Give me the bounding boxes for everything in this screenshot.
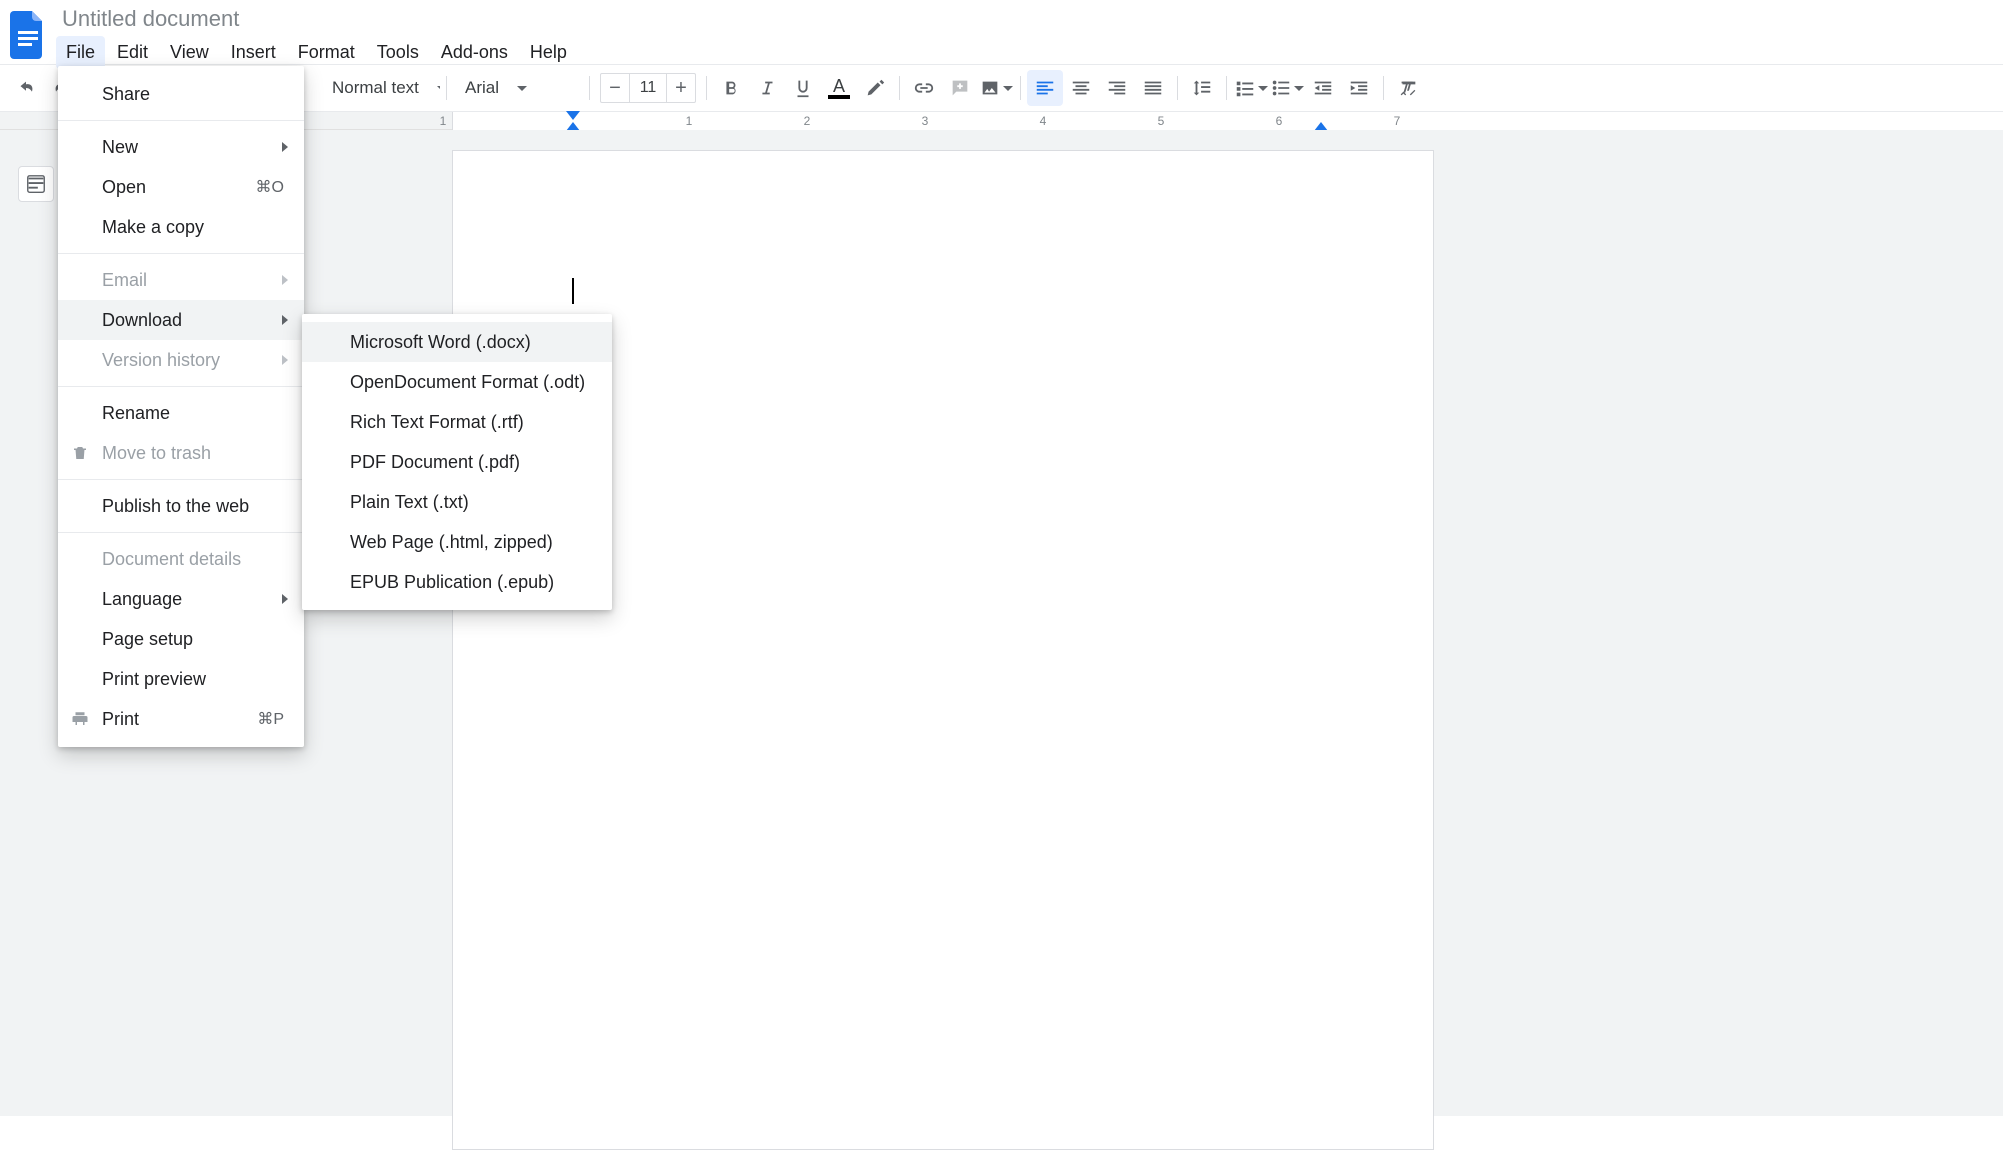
docs-logo-icon[interactable] <box>8 8 48 62</box>
text-cursor <box>572 278 574 304</box>
paragraph-style-select[interactable]: Normal text <box>320 70 440 106</box>
menu-tools[interactable]: Tools <box>367 36 429 69</box>
menu-publish-web[interactable]: Publish to the web <box>58 486 304 526</box>
insert-link-button[interactable] <box>906 70 942 106</box>
outline-toggle-button[interactable] <box>18 166 54 202</box>
file-menu-dropdown: Share New Open⌘O Make a copy Email Downl… <box>58 66 304 747</box>
menu-document-details: Document details <box>58 539 304 579</box>
italic-button[interactable] <box>749 70 785 106</box>
menu-insert[interactable]: Insert <box>221 36 286 69</box>
insert-image-button[interactable] <box>978 70 1014 106</box>
trash-icon <box>70 443 90 463</box>
caret-down-icon <box>437 86 440 91</box>
submenu-arrow-icon <box>282 142 288 152</box>
menu-share[interactable]: Share <box>58 74 304 114</box>
menu-email: Email <box>58 260 304 300</box>
align-center-button[interactable] <box>1063 70 1099 106</box>
menu-help[interactable]: Help <box>520 36 577 69</box>
highlight-color-button[interactable] <box>857 70 893 106</box>
submenu-arrow-icon <box>282 355 288 365</box>
download-txt[interactable]: Plain Text (.txt) <box>302 482 612 522</box>
add-comment-button[interactable] <box>942 70 978 106</box>
download-html[interactable]: Web Page (.html, zipped) <box>302 522 612 562</box>
text-color-button[interactable]: A <box>821 70 857 106</box>
menu-print-preview[interactable]: Print preview <box>58 659 304 699</box>
menu-page-setup[interactable]: Page setup <box>58 619 304 659</box>
menu-new[interactable]: New <box>58 127 304 167</box>
download-odt[interactable]: OpenDocument Format (.odt) <box>302 362 612 402</box>
align-right-button[interactable] <box>1099 70 1135 106</box>
download-pdf[interactable]: PDF Document (.pdf) <box>302 442 612 482</box>
menu-move-to-trash: Move to trash <box>58 433 304 473</box>
font-family-label: Arial <box>465 78 499 98</box>
menu-bar: File Edit View Insert Format Tools Add-o… <box>56 36 577 69</box>
increase-indent-button[interactable] <box>1341 70 1377 106</box>
menu-format[interactable]: Format <box>288 36 365 69</box>
print-icon <box>70 709 90 729</box>
download-submenu: Microsoft Word (.docx) OpenDocument Form… <box>302 314 612 610</box>
menu-language[interactable]: Language <box>58 579 304 619</box>
decrease-indent-button[interactable] <box>1305 70 1341 106</box>
menu-download[interactable]: Download <box>58 300 304 340</box>
menu-version-history: Version history <box>58 340 304 380</box>
paragraph-style-label: Normal text <box>332 78 419 98</box>
checklist-button[interactable] <box>1233 70 1269 106</box>
caret-down-icon <box>517 86 527 91</box>
caret-down-icon <box>1258 86 1268 91</box>
download-rtf[interactable]: Rich Text Format (.rtf) <box>302 402 612 442</box>
font-size-input[interactable] <box>629 74 667 102</box>
menu-make-copy[interactable]: Make a copy <box>58 207 304 247</box>
undo-button[interactable] <box>8 70 44 106</box>
caret-down-icon <box>1294 86 1304 91</box>
font-size-decrease[interactable]: − <box>601 74 629 102</box>
menu-open[interactable]: Open⌘O <box>58 167 304 207</box>
document-title[interactable]: Untitled document <box>56 6 577 32</box>
menu-file[interactable]: File <box>56 36 105 69</box>
download-epub[interactable]: EPUB Publication (.epub) <box>302 562 612 602</box>
caret-down-icon <box>1003 86 1013 91</box>
font-family-select[interactable]: Arial <box>453 70 583 106</box>
submenu-arrow-icon <box>282 275 288 285</box>
submenu-arrow-icon <box>282 315 288 325</box>
menu-addons[interactable]: Add-ons <box>431 36 518 69</box>
menu-edit[interactable]: Edit <box>107 36 158 69</box>
download-docx[interactable]: Microsoft Word (.docx) <box>302 322 612 362</box>
page[interactable] <box>452 150 1434 1150</box>
underline-button[interactable] <box>785 70 821 106</box>
bold-button[interactable] <box>713 70 749 106</box>
menu-rename[interactable]: Rename <box>58 393 304 433</box>
line-spacing-button[interactable] <box>1184 70 1220 106</box>
submenu-arrow-icon <box>282 594 288 604</box>
align-justify-button[interactable] <box>1135 70 1171 106</box>
menu-view[interactable]: View <box>160 36 219 69</box>
menu-print[interactable]: Print⌘P <box>58 699 304 739</box>
first-line-indent-marker[interactable] <box>566 111 580 120</box>
bulleted-list-button[interactable] <box>1269 70 1305 106</box>
font-size-increase[interactable]: + <box>667 74 695 102</box>
font-size-group: − + <box>600 73 696 103</box>
align-left-button[interactable] <box>1027 70 1063 106</box>
app-header: Untitled document File Edit View Insert … <box>0 0 2003 64</box>
clear-formatting-button[interactable] <box>1390 70 1426 106</box>
